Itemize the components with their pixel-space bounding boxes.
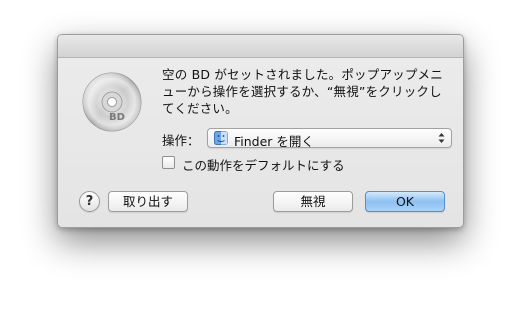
help-button[interactable]: ? xyxy=(79,191,100,212)
default-checkbox-label[interactable]: この動作をデフォルトにする xyxy=(182,155,345,174)
up-down-arrows-icon xyxy=(438,133,445,143)
ignore-button[interactable]: 無視 xyxy=(273,191,353,212)
finder-icon xyxy=(214,131,228,145)
disc-insert-dialog: BD 空の BD がセットされました。ポップアップメニューから操作を選択するか、… xyxy=(57,34,464,228)
action-popup-value: Finder を開く xyxy=(234,134,314,149)
default-checkbox-row: この動作をデフォルトにする xyxy=(162,155,412,173)
action-row: 操作： Finder を開く xyxy=(162,128,452,149)
screen: BD 空の BD がセットされました。ポップアップメニューから操作を選択するか、… xyxy=(0,0,521,309)
bd-disc-label: BD xyxy=(109,112,125,123)
action-label: 操作： xyxy=(162,133,200,148)
action-popup[interactable]: Finder を開く xyxy=(207,128,452,149)
default-checkbox[interactable] xyxy=(162,156,175,169)
ok-button[interactable]: OK xyxy=(365,191,445,212)
bd-disc-icon: BD xyxy=(82,72,142,132)
dialog-message: 空の BD がセットされました。ポップアップメニューから操作を選択するか、“無視… xyxy=(162,67,443,116)
eject-button[interactable]: 取り出す xyxy=(108,191,188,212)
dialog-titlebar xyxy=(58,35,463,58)
